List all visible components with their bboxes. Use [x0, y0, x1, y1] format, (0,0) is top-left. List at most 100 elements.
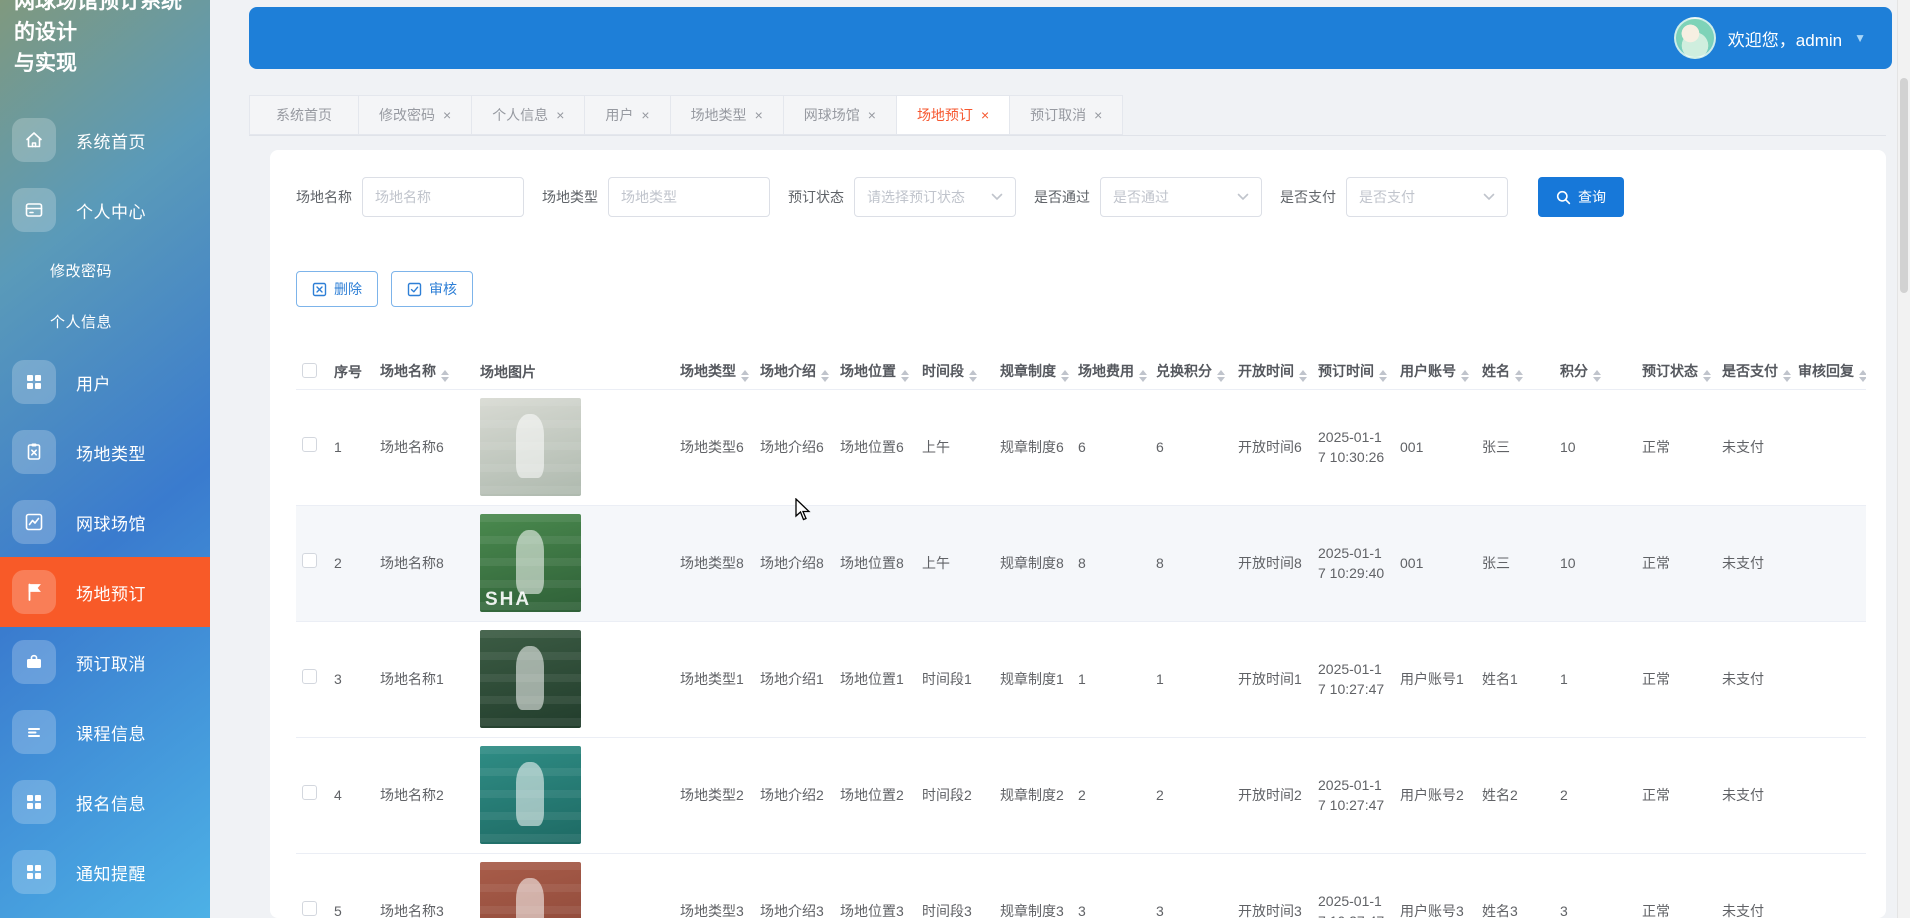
cell-person: 姓名1 — [1476, 621, 1554, 737]
row-checkbox[interactable] — [302, 785, 317, 800]
column-header-status[interactable]: 预订状态 — [1636, 355, 1716, 389]
column-header-open[interactable]: 开放时间 — [1232, 355, 1312, 389]
column-header-person[interactable]: 姓名 — [1476, 355, 1554, 389]
venue-type-input[interactable] — [608, 177, 770, 217]
select-all-checkbox[interactable] — [302, 363, 317, 378]
sort-icon[interactable] — [1515, 370, 1523, 382]
close-icon[interactable]: × — [868, 107, 876, 123]
chevron-down-icon[interactable]: ▼ — [1854, 31, 1866, 45]
scrollbar-thumb[interactable] — [1900, 78, 1908, 293]
sort-icon[interactable] — [1593, 370, 1601, 382]
column-header-score[interactable]: 积分 — [1554, 355, 1636, 389]
cell-index: 4 — [328, 737, 374, 853]
sort-icon[interactable] — [741, 370, 749, 382]
table-row[interactable]: 5场地名称3MAR场地类型3场地介绍3场地位置3时间段3规章制度333开放时间3… — [296, 853, 1866, 918]
sidebar-subitem-personal-info[interactable]: 个人信息 — [0, 296, 210, 347]
table-row[interactable]: 1场地名称6场地类型6场地介绍6场地位置6上午规章制度666开放时间62025-… — [296, 389, 1866, 505]
delete-button[interactable]: 删除 — [296, 271, 378, 307]
close-icon[interactable]: × — [641, 107, 649, 123]
booking-status-select[interactable]: 请选择预订状态 — [854, 177, 1016, 217]
clipboard-icon — [12, 430, 56, 474]
venue-photo — [480, 630, 581, 728]
table-row[interactable]: 3场地名称1场地类型1场地介绍1场地位置1时间段1规章制度111开放时间1202… — [296, 621, 1866, 737]
column-header-exchange[interactable]: 兑换积分 — [1150, 355, 1232, 389]
column-header-name[interactable]: 场地名称 — [374, 355, 474, 389]
column-header-paid[interactable]: 是否支付 — [1716, 355, 1792, 389]
sort-icon[interactable] — [1379, 370, 1387, 382]
approved-select[interactable]: 是否通过 — [1100, 177, 1262, 217]
sidebar-item-users[interactable]: 用户 — [0, 347, 210, 417]
column-header-type[interactable]: 场地类型 — [674, 355, 754, 389]
table-row[interactable]: 4场地名称2场地类型2场地介绍2场地位置2时间段2规章制度222开放时间2202… — [296, 737, 1866, 853]
sort-icon[interactable] — [1461, 370, 1469, 382]
close-icon[interactable]: × — [755, 107, 763, 123]
sort-icon[interactable] — [1783, 370, 1791, 382]
column-header-index: 序号 — [328, 355, 374, 389]
sidebar-item-course-info[interactable]: 课程信息 — [0, 697, 210, 767]
sort-icon[interactable] — [1703, 370, 1711, 382]
row-checkbox[interactable] — [302, 437, 317, 452]
sidebar-item-venue-type[interactable]: 场地类型 — [0, 417, 210, 487]
grid-icon — [12, 360, 56, 404]
paid-select[interactable]: 是否支付 — [1346, 177, 1508, 217]
row-checkbox[interactable] — [302, 901, 317, 916]
column-header-reply[interactable]: 审核回复 — [1792, 355, 1866, 389]
sidebar-item-home[interactable]: 系统首页 — [0, 105, 210, 175]
tab-venue-booking[interactable]: 场地预订 × — [897, 95, 1010, 135]
sidebar-item-booking-cancel[interactable]: 预订取消 — [0, 627, 210, 697]
tab-label: 修改密码 — [379, 105, 435, 125]
close-icon[interactable]: × — [556, 107, 564, 123]
sort-icon[interactable] — [821, 370, 829, 382]
close-icon[interactable]: × — [981, 107, 989, 123]
sort-icon[interactable] — [901, 370, 909, 382]
sidebar-item-tennis-venues[interactable]: 网球场馆 — [0, 487, 210, 557]
vertical-scrollbar[interactable] — [1897, 0, 1910, 918]
sidebar-item-venue-booking[interactable]: 场地预订 — [0, 557, 210, 627]
search-button[interactable]: 查询 — [1538, 177, 1624, 217]
user-menu[interactable]: 欢迎您，admin ▼ — [1674, 17, 1866, 59]
briefcase-icon — [12, 640, 56, 684]
column-header-rules[interactable]: 规章制度 — [994, 355, 1072, 389]
close-icon[interactable]: × — [443, 107, 451, 123]
tab-venue-type[interactable]: 场地类型 × — [671, 95, 784, 135]
tab-personal-info[interactable]: 个人信息 × — [472, 95, 585, 135]
column-header-booked[interactable]: 预订时间 — [1312, 355, 1394, 389]
row-select-cell — [296, 621, 328, 737]
sidebar-item-signup-info[interactable]: 报名信息 — [0, 767, 210, 837]
tab-home[interactable]: 系统首页 — [249, 95, 359, 135]
column-header-account[interactable]: 用户账号 — [1394, 355, 1476, 389]
audit-button[interactable]: 审核 — [391, 271, 473, 307]
sort-icon[interactable] — [1217, 370, 1225, 382]
cell-location: 场地位置1 — [834, 621, 916, 737]
home-icon — [12, 118, 56, 162]
row-checkbox[interactable] — [302, 669, 317, 684]
venue-name-input[interactable] — [362, 177, 524, 217]
sort-icon[interactable] — [1139, 370, 1147, 382]
column-header-intro[interactable]: 场地介绍 — [754, 355, 834, 389]
column-header-timeslot[interactable]: 时间段 — [916, 355, 994, 389]
tab-booking-cancel[interactable]: 预订取消 × — [1010, 95, 1123, 135]
table-row[interactable]: 2场地名称8SHA场地类型8场地介绍8场地位置8上午规章制度888开放时间820… — [296, 505, 1866, 621]
column-header-location[interactable]: 场地位置 — [834, 355, 916, 389]
tab-tennis-venues[interactable]: 网球场馆 × — [784, 95, 897, 135]
sort-icon[interactable] — [441, 370, 449, 382]
tab-change-password[interactable]: 修改密码 × — [359, 95, 472, 135]
sort-icon[interactable] — [1061, 370, 1069, 382]
cell-exchange: 1 — [1150, 621, 1232, 737]
cell-account: 用户账号3 — [1394, 853, 1476, 918]
tab-label: 系统首页 — [276, 105, 332, 125]
sort-icon[interactable] — [1859, 370, 1866, 382]
avatar[interactable] — [1674, 17, 1716, 59]
tab-users[interactable]: 用户 × — [585, 95, 670, 135]
sidebar-subitem-change-password[interactable]: 修改密码 — [0, 245, 210, 296]
sidebar-item-profile-center[interactable]: 个人中心 — [0, 175, 210, 245]
close-icon[interactable]: × — [1094, 107, 1102, 123]
cell-timeslot: 上午 — [916, 505, 994, 621]
cell-account: 001 — [1394, 389, 1476, 505]
sort-icon[interactable] — [1299, 370, 1307, 382]
column-header-fee[interactable]: 场地费用 — [1072, 355, 1150, 389]
row-checkbox[interactable] — [302, 553, 317, 568]
sort-icon[interactable] — [969, 370, 977, 382]
sidebar-item-notifications[interactable]: 通知提醒 — [0, 837, 210, 907]
cell-image — [474, 621, 674, 737]
